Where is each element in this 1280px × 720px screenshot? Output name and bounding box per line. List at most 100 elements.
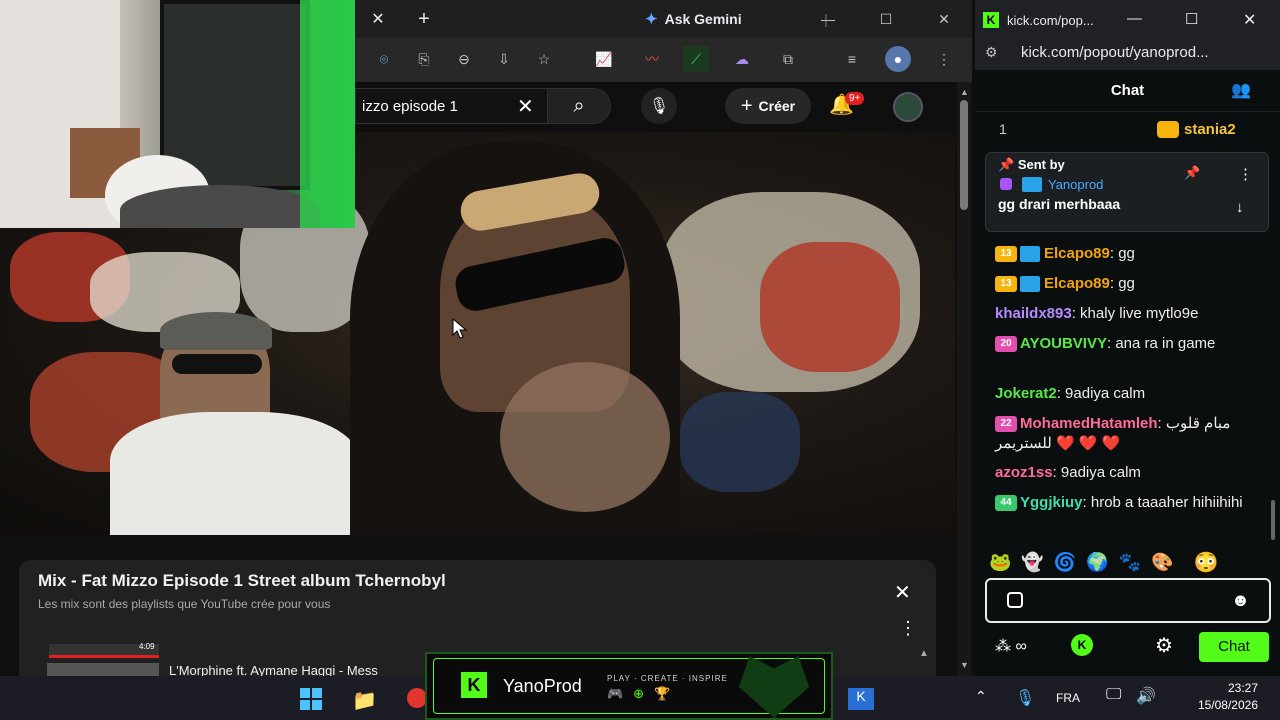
pinned-more-icon[interactable]: ⋮: [1238, 165, 1253, 183]
emote-icon[interactable]: 🌀: [1054, 552, 1076, 573]
microphone-icon[interactable]: 🎙: [1015, 688, 1035, 708]
chat-username[interactable]: khaildx893: [995, 305, 1072, 322]
close-tab-icon[interactable]: ✕: [365, 6, 391, 32]
chat-message: 13 Elcapo89: gg: [995, 274, 1265, 294]
chat-message: 22 MohamedHatamleh: مبام قلوب للستريمر ❤️…: [995, 414, 1265, 454]
kick-logo-icon: K: [983, 12, 999, 28]
install-icon[interactable]: ⇩: [491, 46, 517, 72]
game-app-icon[interactable]: K: [848, 688, 874, 710]
clock-time[interactable]: 23:27: [1210, 681, 1258, 695]
playlist-item-title[interactable]: L'Morphine ft. Aymane Haggi - Mess: [169, 663, 378, 676]
chat-scrollbar[interactable]: [1271, 500, 1275, 540]
browser-toolbar: ⌾ ⎘ ⊖ ⇩ ☆ 📈 〰 ⟋ ☁ ⧉ ≡ ● ⋮: [355, 38, 972, 82]
chat-username[interactable]: Yggjkiuy: [1020, 494, 1083, 511]
url-bar[interactable]: ⚙ kick.com/popout/yanoprod...: [975, 40, 1280, 70]
playlist-more-icon[interactable]: ⋮: [899, 618, 917, 639]
plus-icon: +: [740, 94, 753, 117]
search-icon[interactable]: ⌕: [547, 88, 611, 124]
users-icon[interactable]: 👥: [1231, 80, 1251, 100]
new-tab-icon[interactable]: +: [411, 6, 437, 32]
account-avatar[interactable]: [893, 92, 923, 122]
kick-coin-icon[interactable]: K: [1071, 634, 1093, 656]
close-window-icon[interactable]: ✕: [1243, 10, 1256, 30]
language-indicator[interactable]: FRA: [1056, 691, 1080, 705]
gifter-badge-icon: [1157, 121, 1179, 138]
clock-date[interactable]: 15/08/2026: [1195, 698, 1258, 712]
subscriber-badge: 20: [995, 336, 1017, 353]
minimize-icon[interactable]: —: [1127, 10, 1142, 27]
scroll-up-icon[interactable]: ▲: [960, 87, 969, 97]
window-title: kick.com/pop...: [1007, 13, 1094, 28]
emote-icon[interactable]: 😳: [1194, 550, 1219, 575]
emote-icon[interactable]: 🐾: [1119, 552, 1141, 573]
send-chat-button[interactable]: Chat: [1199, 632, 1269, 662]
clear-search-icon[interactable]: ✕: [517, 94, 534, 119]
scroll-down-icon[interactable]: ▼: [960, 660, 969, 670]
microphone-icon[interactable]: 🎙: [641, 88, 677, 124]
extensions-puzzle-icon[interactable]: ⧉: [775, 46, 801, 72]
create-button[interactable]: + Créer: [725, 88, 811, 124]
chat-username[interactable]: MohamedHatamleh: [1020, 415, 1158, 432]
network-icon[interactable]: 🖵: [1106, 686, 1121, 704]
top-gifter-name[interactable]: stania2: [1184, 121, 1236, 138]
close-window-icon[interactable]: ✕: [931, 6, 957, 32]
extension-chart-icon[interactable]: 📈: [591, 46, 617, 72]
chat-message-input[interactable]: ☻: [985, 578, 1271, 623]
scrollbar-thumb[interactable]: [960, 100, 968, 210]
emoji-picker-icon[interactable]: ☻: [1231, 590, 1250, 611]
extension-ghost-icon[interactable]: ☁: [729, 46, 755, 72]
emote-icon[interactable]: 🐸: [989, 552, 1011, 573]
page-scrollbar[interactable]: ▲ ▼: [957, 82, 971, 676]
playlist-scroll-up-icon[interactable]: ▲: [919, 648, 929, 659]
kick-logo-icon: K: [461, 672, 487, 698]
playlist-title[interactable]: Mix - Fat Mizzo Episode 1 Street album T…: [38, 571, 446, 591]
opera-browser-icon[interactable]: [407, 688, 427, 708]
translate-icon[interactable]: ⎘: [411, 46, 437, 72]
site-info-icon[interactable]: ⚙: [985, 44, 998, 61]
notification-count-badge: 9+: [845, 92, 865, 105]
video-thumbnail[interactable]: [47, 663, 159, 676]
chat-message-text: : 9adiya calm: [1056, 385, 1146, 402]
extension-wave-icon[interactable]: 〰: [639, 46, 665, 72]
maximize-icon[interactable]: ☐: [873, 6, 899, 32]
chat-username[interactable]: AYOUBVIVY: [1020, 335, 1107, 352]
minimize-icon[interactable]: —: [815, 6, 841, 32]
person-left-jacket: [110, 412, 360, 535]
screenshot-icon[interactable]: ⌾: [371, 46, 397, 72]
extension-trend-icon[interactable]: ⟋: [683, 46, 709, 72]
chat-mode-icon[interactable]: [1007, 592, 1023, 608]
ask-gemini-button[interactable]: ✦ Ask Gemini: [645, 8, 742, 30]
bookmark-star-icon[interactable]: ☆: [531, 46, 557, 72]
zoom-icon[interactable]: ⊖: [451, 46, 477, 72]
pinned-sent-by: 📌 Sent by: [998, 157, 1065, 172]
collapse-arrow-icon[interactable]: ↓: [1236, 199, 1244, 216]
kick-chat-window: K kick.com/pop... — ☐ ✕ ⚙ kick.com/popou…: [975, 0, 1280, 676]
browser-menu-icon[interactable]: ⋮: [931, 46, 957, 72]
chat-username[interactable]: azoz1ss: [995, 464, 1053, 481]
maximize-icon[interactable]: ☐: [1185, 10, 1198, 28]
windows-start-icon[interactable]: [300, 688, 322, 710]
chat-message: 13 Elcapo89: gg: [995, 244, 1265, 264]
volume-icon[interactable]: 🔊: [1136, 686, 1156, 706]
emote-icon[interactable]: 🎨: [1151, 552, 1173, 573]
close-playlist-icon[interactable]: ✕: [894, 580, 911, 605]
chat-username[interactable]: Jokerat2: [995, 385, 1057, 402]
chat-message: azoz1ss: 9adiya calm: [995, 463, 1265, 483]
settings-gear-icon[interactable]: ⚙: [1155, 633, 1173, 658]
chat-message-text: : gg: [1109, 245, 1135, 262]
points-icon[interactable]: ⁂ ∞: [995, 636, 1027, 656]
green-light: [300, 0, 355, 228]
chat-username[interactable]: Elcapo89: [1044, 245, 1110, 262]
media-control-icon[interactable]: ≡: [839, 46, 865, 72]
pinned-author[interactable]: Yanoprod: [1048, 177, 1103, 192]
profile-avatar[interactable]: ●: [885, 46, 911, 72]
file-explorer-icon[interactable]: 📁: [352, 688, 377, 713]
banner-icons: 🎮⊕🏆: [607, 686, 681, 701]
chat-username[interactable]: Elcapo89: [1044, 275, 1110, 292]
emote-icon[interactable]: 👻: [1021, 552, 1043, 573]
emote-icon[interactable]: 🌍: [1086, 552, 1108, 573]
browser-tab-bar: ✕ + ✦ Ask Gemini | — ☐ ✕: [355, 0, 972, 38]
show-hidden-icons[interactable]: ⌃: [975, 688, 987, 705]
unpin-icon[interactable]: 📌: [1184, 165, 1200, 181]
playlist-subtitle: Les mix sont des playlists que YouTube c…: [38, 597, 331, 611]
